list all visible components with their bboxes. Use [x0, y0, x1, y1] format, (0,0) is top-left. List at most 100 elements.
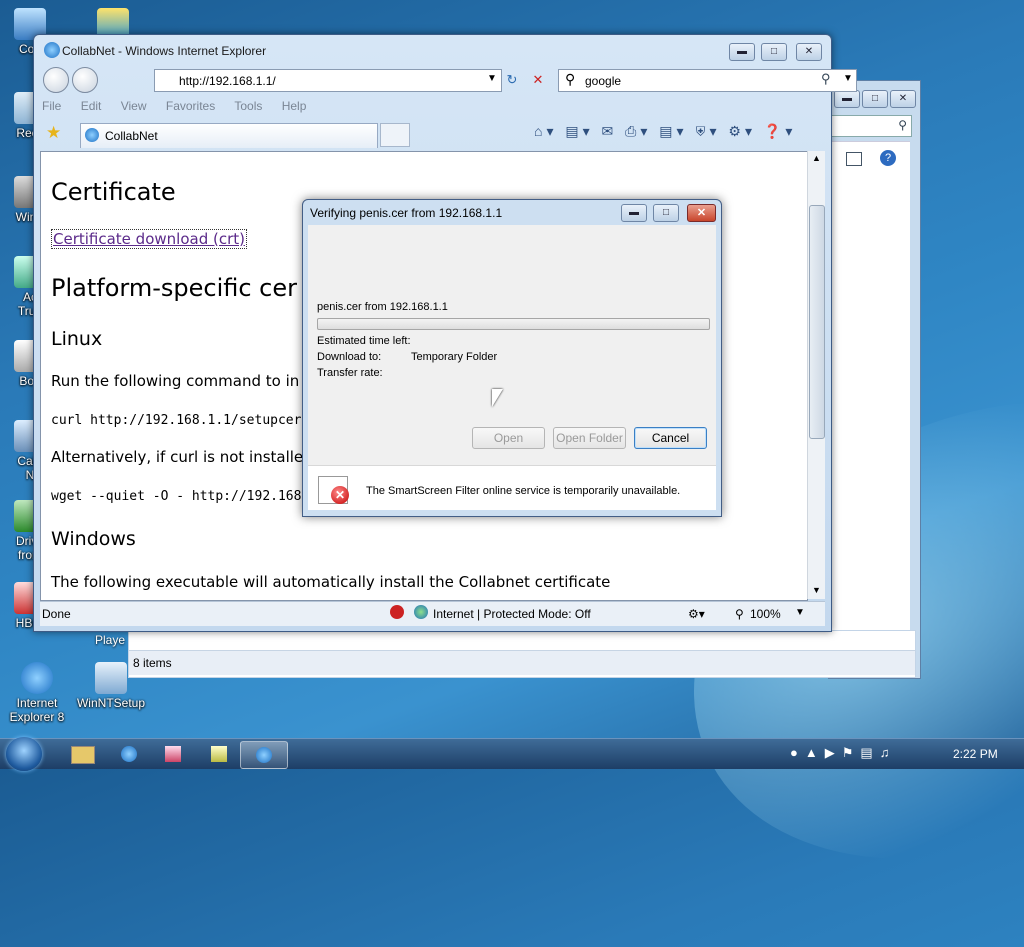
dialog-title: Verifying penis.cer from 192.168.1.1: [310, 206, 503, 220]
gear-icon[interactable]: ⚙▾: [728, 123, 756, 139]
maximize-button[interactable]: □: [862, 90, 888, 108]
open-folder-button[interactable]: Open Folder: [553, 427, 626, 449]
back-button[interactable]: [43, 67, 69, 93]
taskbar-app-4[interactable]: [196, 741, 242, 767]
menu-favorites[interactable]: Favorites: [166, 99, 215, 113]
status-text: Done: [42, 607, 71, 621]
transfer-rate-label: Transfer rate:: [317, 367, 383, 379]
address-bar[interactable]: http://192.168.1.1/ ▼: [154, 69, 502, 92]
menu-help[interactable]: Help: [282, 99, 307, 113]
wget-command: wget --quiet -O - http://192.168: [51, 489, 302, 504]
clock[interactable]: 2:22 PM: [953, 747, 998, 761]
system-tray: ●▲▶⚑▤♫: [790, 745, 896, 761]
feeds-icon[interactable]: ▤▾: [565, 123, 593, 139]
file-line: penis.cer from 192.168.1.1: [317, 301, 448, 313]
scroll-up-icon[interactable]: ▲: [812, 153, 821, 163]
winntsetup-icon: [95, 662, 127, 694]
scroll-thumb[interactable]: [809, 205, 825, 439]
search-input[interactable]: google ⚲ ⚲ ▼: [558, 69, 857, 92]
minimize-button[interactable]: ▬: [729, 43, 755, 61]
error-icon: ✕: [318, 476, 349, 504]
forward-button[interactable]: [72, 67, 98, 93]
cancel-button[interactable]: Cancel: [634, 427, 707, 449]
new-tab-button[interactable]: [380, 123, 410, 147]
menu-view[interactable]: View: [121, 99, 147, 113]
page-title: Certificate: [51, 178, 176, 206]
taskbar-app-3[interactable]: [150, 741, 196, 767]
smartscreen-message: The SmartScreen Filter online service is…: [366, 485, 681, 497]
download-progress-bar: [317, 318, 710, 330]
search-go-icon[interactable]: ⚲: [821, 71, 831, 87]
alternative-text: Alternatively, if curl is not installe: [51, 448, 304, 466]
taskbar-explorer[interactable]: [60, 741, 106, 767]
tray-icon[interactable]: ▶: [825, 745, 842, 760]
windows-heading: Windows: [51, 528, 136, 550]
explorer-search-input[interactable]: ⚲: [828, 115, 912, 137]
mail-icon[interactable]: ✉: [602, 123, 618, 139]
search-icon[interactable]: ⚲: [565, 71, 575, 88]
mouse-cursor: [492, 389, 503, 407]
chevron-down-icon[interactable]: ▼: [487, 73, 497, 84]
protected-mode-icon[interactable]: ⚙▾: [688, 607, 705, 621]
help-icon[interactable]: ?: [880, 150, 896, 166]
download-dialog[interactable]: Verifying penis.cer from 192.168.1.1 ▬ □…: [302, 199, 722, 517]
internet-explorer-icon: [256, 747, 272, 763]
vertical-scrollbar[interactable]: ▲ ▼: [807, 151, 825, 599]
open-button[interactable]: Open: [472, 427, 545, 449]
platform-heading: Platform-specific cer: [51, 274, 298, 302]
explorer-window-back[interactable]: ▬ □ ✕ ⚲ ?: [828, 80, 921, 679]
status-bar: Done Internet | Protected Mode: Off ⚙▾ ⚲…: [40, 601, 825, 626]
volume-icon[interactable]: ♫: [880, 745, 897, 760]
linux-text: Run the following command to in: [51, 372, 300, 390]
tray-icon[interactable]: ⚑: [842, 745, 861, 760]
windows-text: The following executable will automatica…: [51, 573, 611, 591]
search-icon: ⚲: [898, 118, 907, 132]
safety-icon[interactable]: ⛨▾: [695, 123, 720, 139]
help-icon[interactable]: ❓▾: [764, 123, 796, 139]
download-to-value: Temporary Folder: [411, 351, 498, 363]
favorites-star-icon[interactable]: ★: [46, 123, 61, 143]
taskbar-ie-pinned[interactable]: [106, 741, 152, 767]
chevron-down-icon[interactable]: ▼: [795, 607, 805, 618]
explorer-status-bar: 8 items: [129, 650, 915, 675]
taskbar-ie-active[interactable]: [240, 741, 288, 769]
minimize-button[interactable]: ▬: [621, 204, 647, 222]
explorer-pane: ?: [828, 141, 910, 662]
estimated-time-label: Estimated time left:: [317, 335, 411, 347]
scroll-down-icon[interactable]: ▼: [812, 585, 821, 595]
preview-pane-icon[interactable]: [846, 152, 862, 166]
tray-icon[interactable]: ●: [790, 745, 805, 760]
print-icon[interactable]: ⎙▾: [625, 123, 651, 139]
page-icon[interactable]: ▤▾: [659, 123, 687, 139]
refresh-icon[interactable]: ↻: [502, 70, 522, 90]
certificate-download-link[interactable]: Certificate download (crt): [51, 229, 247, 249]
stop-icon[interactable]: ✕: [528, 70, 548, 90]
internet-explorer-icon: [85, 128, 99, 142]
tray-icon[interactable]: ▲: [805, 745, 825, 760]
blocked-icon: [390, 605, 404, 619]
tab-label: CollabNet: [105, 129, 158, 143]
chevron-down-icon[interactable]: ▼: [843, 73, 853, 84]
maximize-button[interactable]: □: [761, 43, 787, 61]
menu-file[interactable]: File: [42, 99, 61, 113]
security-zone[interactable]: Internet | Protected Mode: Off: [433, 607, 591, 621]
tab-collabnet[interactable]: CollabNet: [80, 123, 378, 148]
desktop-icon-internet-explorer[interactable]: Internet Explorer 8: [2, 662, 72, 724]
explorer-window-bottom: Playe 8 items: [95, 630, 916, 678]
desktop-icon-label: WinNTSetup: [76, 696, 146, 710]
menu-tools[interactable]: Tools: [234, 99, 262, 113]
menu-edit[interactable]: Edit: [81, 99, 102, 113]
minimize-button[interactable]: ▬: [834, 90, 860, 108]
close-button[interactable]: ✕: [890, 90, 916, 108]
network-icon[interactable]: ▤: [860, 745, 879, 760]
taskbar: ●▲▶⚑▤♫ 2:22 PM: [0, 737, 1024, 771]
zoom-level[interactable]: 100%: [750, 607, 781, 621]
internet-explorer-icon: [21, 662, 53, 694]
smartscreen-bar: ✕ The SmartScreen Filter online service …: [308, 465, 716, 510]
start-button[interactable]: [6, 737, 42, 771]
home-icon[interactable]: ⌂▾: [534, 123, 557, 139]
maximize-button[interactable]: □: [653, 204, 679, 222]
close-button[interactable]: ✕: [687, 204, 716, 222]
close-button[interactable]: ✕: [796, 43, 822, 61]
item-count: 8 items: [133, 656, 172, 670]
